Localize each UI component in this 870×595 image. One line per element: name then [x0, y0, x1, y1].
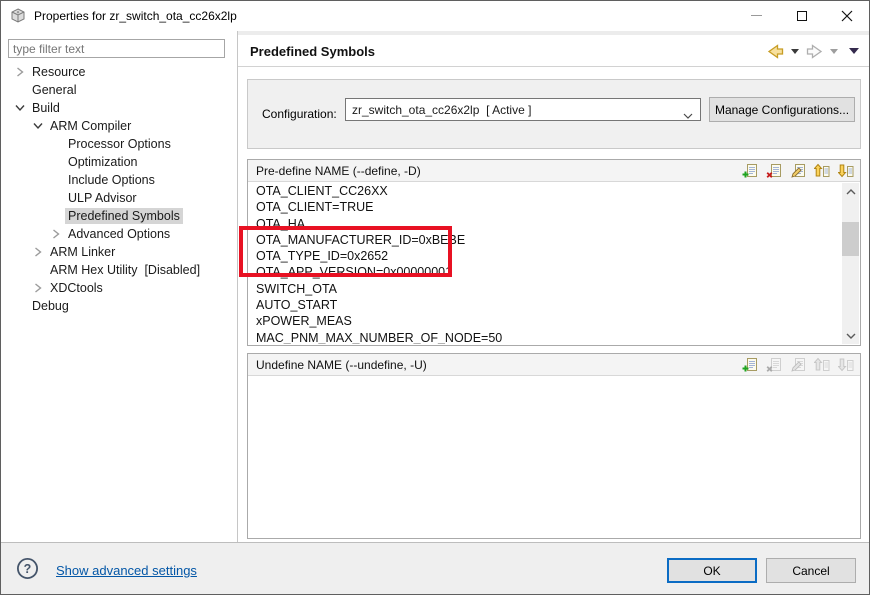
scroll-down-icon[interactable]: [842, 327, 859, 344]
sidebar-item-optimization[interactable]: Optimization: [1, 153, 236, 171]
symbol-row[interactable]: OTA_HA: [249, 216, 859, 232]
sidebar-item-resource[interactable]: Resource: [1, 63, 236, 81]
chevron-spacer: [11, 297, 29, 315]
sidebar-item-build[interactable]: Build: [1, 99, 236, 117]
symbol-row[interactable]: SWITCH_OTA: [249, 281, 859, 297]
symbol-row[interactable]: xPOWER_MEAS: [249, 313, 859, 329]
show-advanced-settings-link[interactable]: Show advanced settings: [56, 563, 197, 578]
undefine-group: Undefine NAME (--undefine, -U): [247, 353, 861, 539]
back-arrow-icon[interactable]: [767, 44, 784, 59]
chevron-spacer: [47, 153, 65, 171]
minimize-icon: [751, 15, 762, 16]
properties-tree: Resource General Build ARM Compiler Proc…: [1, 63, 236, 315]
app-cube-icon: [10, 8, 26, 27]
sidebar-item-include-options[interactable]: Include Options: [1, 171, 236, 189]
delete-symbol-icon[interactable]: [765, 163, 782, 179]
back-history-dropdown-icon[interactable]: [791, 49, 799, 54]
move-down-icon[interactable]: [837, 163, 854, 179]
scrollbar-thumb[interactable]: [842, 222, 859, 256]
chevron-spacer: [47, 189, 65, 207]
sidebar-item-general[interactable]: General: [1, 81, 236, 99]
configuration-group: Configuration: zr_switch_ota_cc26x2lp [ …: [247, 79, 861, 149]
chevron-spacer: [47, 135, 65, 153]
predefine-group: Pre-define NAME (--define, -D): [247, 159, 861, 346]
properties-dialog: Properties for zr_switch_ota_cc26x2lp Re…: [0, 0, 870, 595]
edit-symbol-icon: [789, 357, 806, 373]
symbol-row[interactable]: OTA_CLIENT_CC26XX: [249, 183, 859, 199]
sidebar-item-arm-hex-utility[interactable]: ARM Hex Utility [Disabled]: [1, 261, 236, 279]
scrollbar[interactable]: [842, 183, 859, 344]
main-panel: Predefined Symbols Configuration: zr_swi…: [238, 31, 869, 542]
sidebar-item-xdctools[interactable]: XDCtools: [1, 279, 236, 297]
sidebar-item-arm-compiler[interactable]: ARM Compiler: [1, 117, 236, 135]
undefine-list[interactable]: [249, 377, 859, 537]
undefine-header: Undefine NAME (--undefine, -U): [248, 354, 860, 376]
maximize-button[interactable]: [779, 1, 824, 30]
manage-configurations-button[interactable]: Manage Configurations...: [709, 97, 855, 122]
chevron-spacer: [47, 171, 65, 189]
chevron-down-icon[interactable]: [11, 99, 29, 117]
sidebar-item-ulp-advisor[interactable]: ULP Advisor: [1, 189, 236, 207]
edit-symbol-icon[interactable]: [789, 163, 806, 179]
predefine-list[interactable]: OTA_CLIENT_CC26XX OTA_CLIENT=TRUE OTA_HA…: [249, 183, 859, 344]
sidebar-item-debug[interactable]: Debug: [1, 297, 236, 315]
svg-text:?: ?: [24, 562, 32, 576]
chevron-right-icon[interactable]: [29, 243, 47, 261]
configuration-select[interactable]: zr_switch_ota_cc26x2lp [ Active ]: [345, 98, 701, 121]
delete-symbol-icon: [765, 357, 782, 373]
filter-input[interactable]: [8, 39, 225, 58]
configuration-label: Configuration:: [262, 107, 337, 121]
chevron-right-icon[interactable]: [29, 279, 47, 297]
close-button[interactable]: [824, 1, 869, 30]
view-menu-icon[interactable]: [849, 48, 859, 54]
properties-nav-sidebar: Resource General Build ARM Compiler Proc…: [1, 31, 238, 542]
sidebar-item-advanced-options[interactable]: Advanced Options: [1, 225, 236, 243]
move-down-icon: [837, 357, 854, 373]
symbol-row[interactable]: OTA_APP_VERSION=0x00000001: [249, 264, 859, 280]
scroll-up-icon[interactable]: [842, 183, 859, 200]
chevron-spacer: [11, 81, 29, 99]
help-icon[interactable]: ?: [16, 557, 39, 583]
sidebar-item-predefined-symbols[interactable]: Predefined Symbols: [1, 207, 236, 225]
chevron-spacer: [29, 261, 47, 279]
sidebar-item-processor-options[interactable]: Processor Options: [1, 135, 236, 153]
window-title: Properties for zr_switch_ota_cc26x2lp: [34, 9, 237, 23]
undefine-title: Undefine NAME (--undefine, -U): [256, 358, 427, 372]
titlebar: Properties for zr_switch_ota_cc26x2lp: [1, 1, 869, 31]
symbol-row[interactable]: OTA_MANUFACTURER_ID=0xBEBE: [249, 232, 859, 248]
chevron-right-icon[interactable]: [47, 225, 65, 243]
add-symbol-icon[interactable]: [741, 163, 758, 179]
symbol-row[interactable]: MAC_PNM_MAX_NUMBER_OF_NODE=50: [249, 330, 859, 344]
cancel-button[interactable]: Cancel: [766, 558, 856, 583]
chevron-right-icon[interactable]: [11, 63, 29, 81]
predefine-title: Pre-define NAME (--define, -D): [256, 164, 421, 178]
page-header: Predefined Symbols: [238, 31, 869, 67]
footer-bar: ? Show advanced settings OK Cancel: [1, 542, 869, 594]
close-icon: [841, 10, 853, 22]
move-up-icon: [813, 357, 830, 373]
chevron-down-icon[interactable]: [29, 117, 47, 135]
symbol-row[interactable]: OTA_CLIENT=TRUE: [249, 199, 859, 215]
ok-button[interactable]: OK: [667, 558, 757, 583]
minimize-button[interactable]: [734, 1, 779, 30]
chevron-down-icon: [683, 108, 693, 122]
forward-history-dropdown-icon[interactable]: [830, 49, 838, 54]
forward-arrow-icon[interactable]: [806, 44, 823, 59]
sidebar-item-arm-linker[interactable]: ARM Linker: [1, 243, 236, 261]
symbol-row[interactable]: OTA_TYPE_ID=0x2652: [249, 248, 859, 264]
predefine-header: Pre-define NAME (--define, -D): [248, 160, 860, 182]
page-title: Predefined Symbols: [250, 44, 375, 59]
maximize-icon: [797, 11, 807, 21]
add-symbol-icon[interactable]: [741, 357, 758, 373]
symbol-row[interactable]: AUTO_START: [249, 297, 859, 313]
move-up-icon[interactable]: [813, 163, 830, 179]
chevron-spacer: [47, 207, 65, 225]
configuration-value: zr_switch_ota_cc26x2lp [ Active ]: [352, 103, 531, 117]
